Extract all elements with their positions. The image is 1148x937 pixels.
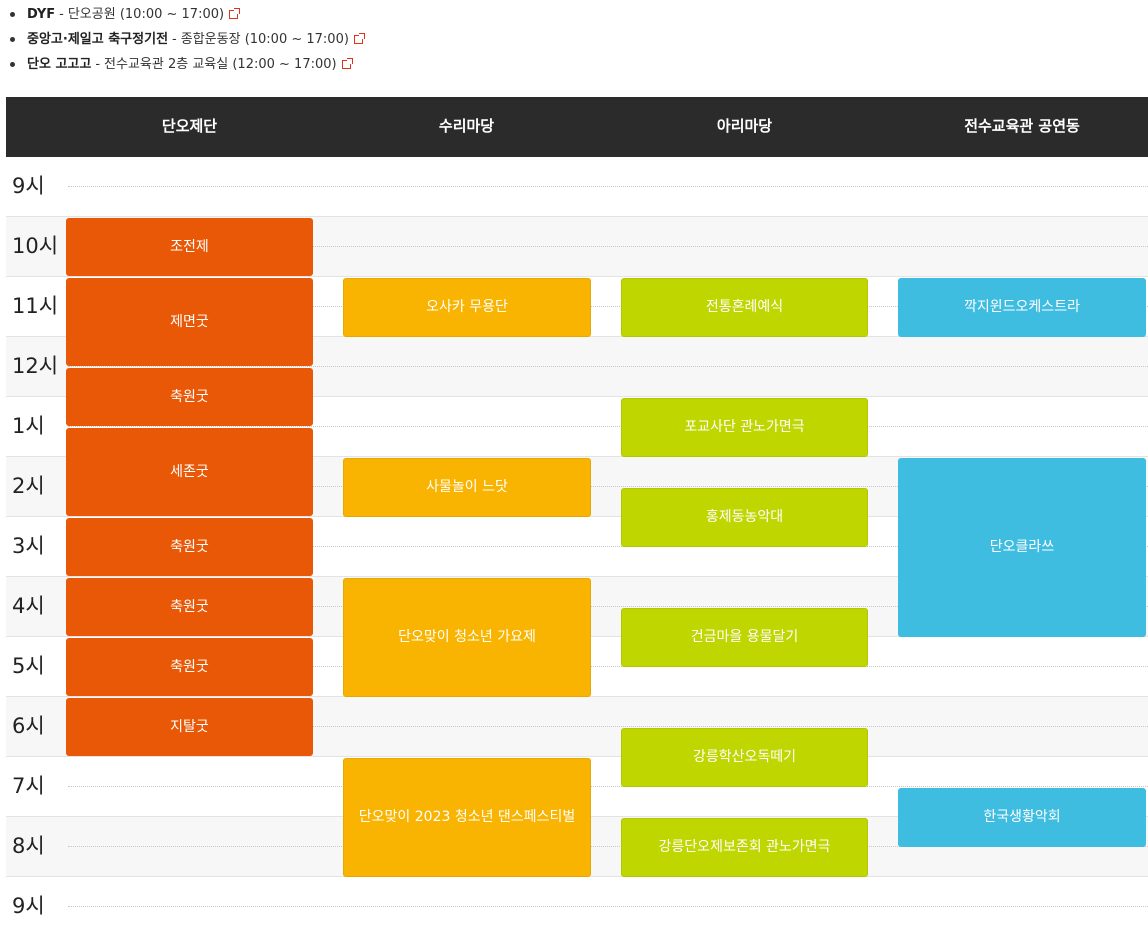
event-block[interactable]: 전통혼례예식 xyxy=(621,278,868,337)
notice-item: DYF - 단오공원 (10:00 ~ 17:00) xyxy=(8,5,241,25)
column-header-danoje: 단오제단 xyxy=(161,117,218,135)
event-block[interactable]: 축원굿 xyxy=(66,518,313,576)
row-divider xyxy=(68,186,1148,187)
hour-row: 9시 xyxy=(6,877,1148,937)
row-divider xyxy=(68,366,1148,367)
event-block[interactable]: 단오맞이 청소년 가요제 xyxy=(343,578,591,697)
event-block[interactable]: 세존굿 xyxy=(66,428,313,516)
hour-label: 6시 xyxy=(12,714,45,738)
event-block[interactable]: 깍지윈드오케스트라 xyxy=(898,278,1146,337)
event-block[interactable]: 축원굿 xyxy=(66,578,313,636)
notice-place: 종합운동장 xyxy=(180,32,241,47)
event-block[interactable]: 오사카 무용단 xyxy=(343,278,591,337)
event-block[interactable]: 건금마을 용물달기 xyxy=(621,608,868,667)
notice-title: 중앙고·제일고 축구정기전 xyxy=(27,32,169,47)
notice-time: (10:00 ~ 17:00) xyxy=(244,32,349,47)
event-block[interactable]: 홍제동농악대 xyxy=(621,488,868,547)
hour-label: 12시 xyxy=(12,354,59,378)
bullet-dot xyxy=(10,37,15,42)
external-link-icon[interactable] xyxy=(353,33,365,44)
external-link-icon[interactable] xyxy=(229,8,241,19)
notice-separator: - xyxy=(95,57,101,72)
notice-time: (12:00 ~ 17:00) xyxy=(232,57,337,72)
hour-row: 9시 xyxy=(6,157,1148,217)
column-header-hall: 전수교육관 공연동 xyxy=(964,117,1080,135)
event-block[interactable]: 지탈굿 xyxy=(66,698,313,756)
hour-label: 10시 xyxy=(12,234,59,258)
event-block[interactable]: 한국생황악회 xyxy=(898,788,1146,847)
bullet-dot xyxy=(10,62,15,67)
hour-label: 9시 xyxy=(12,894,45,918)
column-header-ari: 아리마당 xyxy=(716,117,773,135)
event-block[interactable]: 단오클라쓰 xyxy=(898,458,1146,637)
notice-item: 단오 고고고 - 전수교육관 2층 교육실 (12:00 ~ 17:00) xyxy=(8,55,353,75)
external-link-icon[interactable] xyxy=(341,58,353,69)
event-block[interactable]: 축원굿 xyxy=(66,368,313,426)
bullet-dot xyxy=(10,12,15,17)
row-divider xyxy=(68,426,1148,427)
schedule-header: 단오제단 수리마당 아리마당 전수교육관 공연동 xyxy=(6,97,1148,157)
event-block[interactable]: 제면굿 xyxy=(66,278,313,366)
notice-place: 단오공원 xyxy=(67,7,116,22)
event-block[interactable]: 조전제 xyxy=(66,218,313,276)
notice-title: 단오 고고고 xyxy=(27,57,92,72)
hour-label: 2시 xyxy=(12,474,45,498)
row-divider xyxy=(68,786,1148,787)
notice-place: 전수교육관 2층 교육실 xyxy=(104,57,229,72)
row-divider xyxy=(68,906,1148,907)
hour-label: 8시 xyxy=(12,834,45,858)
notice-time: (10:00 ~ 17:00) xyxy=(119,7,225,22)
hour-label: 4시 xyxy=(12,594,45,618)
hour-label: 3시 xyxy=(12,534,45,558)
hour-label: 5시 xyxy=(12,654,45,678)
event-block[interactable]: 강릉학산오독떼기 xyxy=(621,728,868,787)
hour-label: 11시 xyxy=(12,294,59,318)
hour-label: 9시 xyxy=(12,174,45,198)
notice-separator: - xyxy=(59,7,64,22)
hour-label: 1시 xyxy=(12,414,45,438)
event-block[interactable]: 강릉단오제보존회 관노가면극 xyxy=(621,818,868,877)
event-block[interactable]: 단오맞이 2023 청소년 댄스페스티벌 xyxy=(343,758,591,877)
notice-item: 중앙고·제일고 축구정기전 - 종합운동장 (10:00 ~ 17:00) xyxy=(8,30,365,50)
notice-separator: - xyxy=(172,32,177,47)
hour-label: 7시 xyxy=(12,774,45,798)
column-header-suri: 수리마당 xyxy=(438,117,495,135)
notice-title: DYF xyxy=(27,7,56,22)
event-block[interactable]: 축원굿 xyxy=(66,638,313,696)
event-block[interactable]: 사물놀이 느닷 xyxy=(343,458,591,517)
event-block[interactable]: 포교사단 관노가면극 xyxy=(621,398,868,457)
